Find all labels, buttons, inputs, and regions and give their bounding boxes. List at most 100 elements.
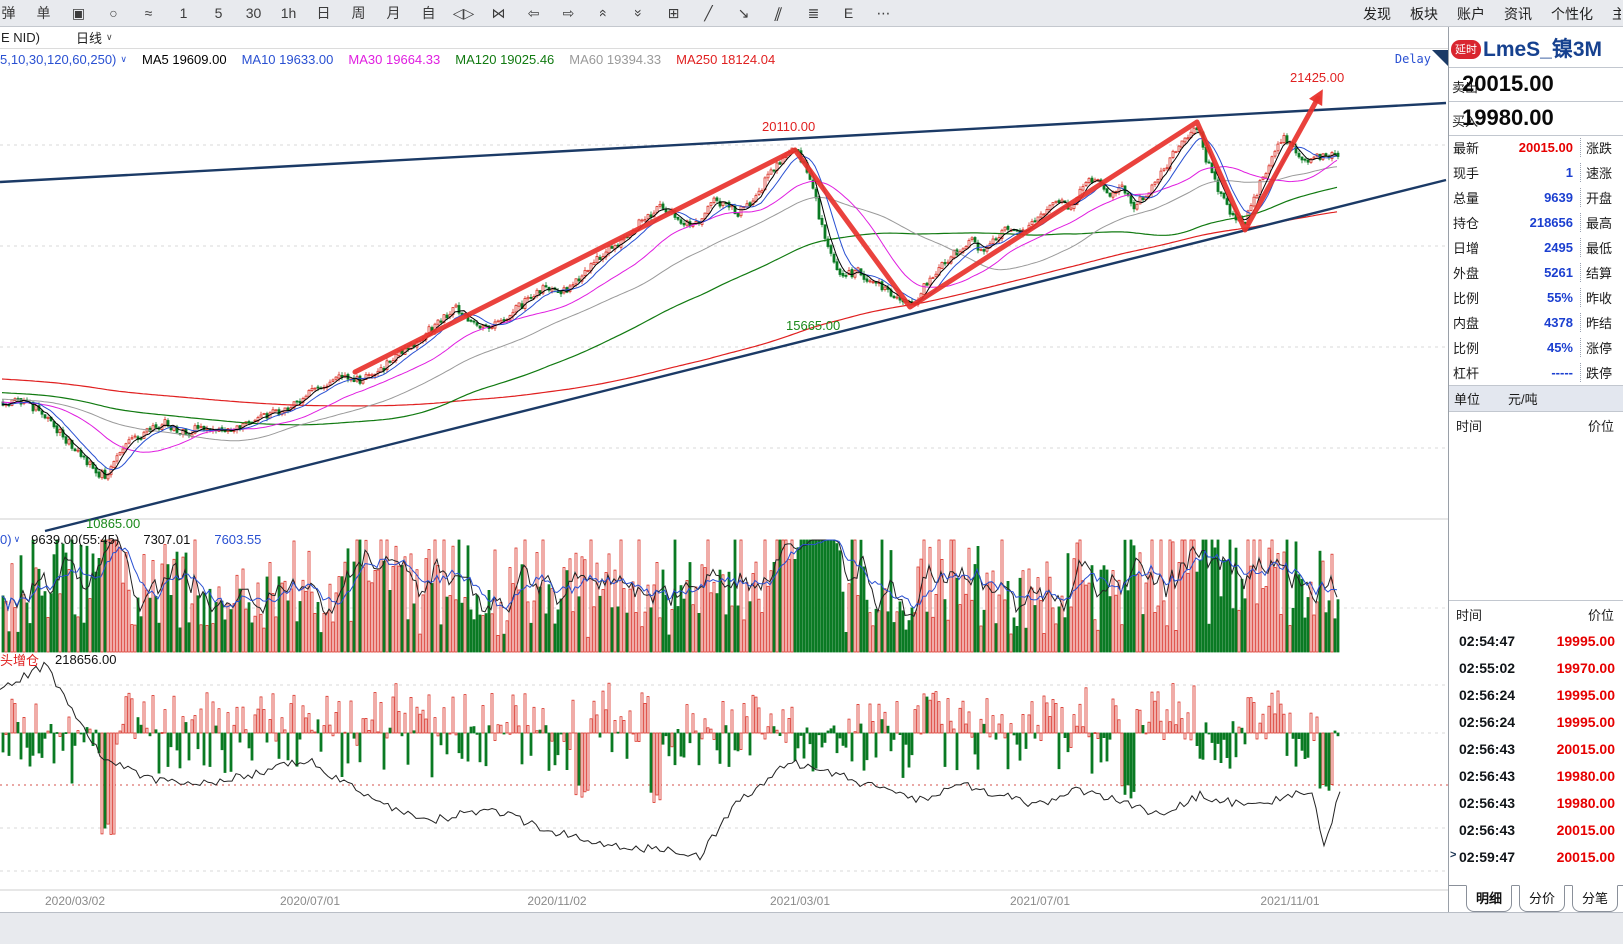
trade-time: 02:55:02 (1459, 659, 1516, 676)
quote-detail-row: 外盘 5261 结算 (1449, 260, 1623, 285)
line-chart-icon[interactable]: ≈ (131, 0, 166, 26)
menu-clipped[interactable]: 主 (1612, 4, 1621, 24)
trade-price: 20015.00 (1556, 848, 1615, 865)
field-value: 9639 (1544, 190, 1573, 205)
trade-row: 02:56:24 19995.00 (1449, 681, 1623, 708)
x-axis-label: 2020/03/02 (45, 894, 105, 908)
trade-price: 19995.00 (1556, 713, 1615, 730)
period-30min-icon[interactable]: 30 (236, 0, 271, 26)
volume-ma1-value: 7307.01 (143, 532, 191, 547)
more-tools-icon[interactable]: ⋯ (866, 0, 901, 26)
trade-price: 19980.00 (1556, 794, 1615, 811)
open-interest-label: 多头增仓 (0, 653, 40, 668)
ask-row[interactable]: 卖出 20015.00 (1449, 67, 1623, 102)
period-5min-icon[interactable]: 5 (201, 0, 236, 26)
parallel-lines-tool-icon[interactable]: ∥ (761, 0, 796, 26)
bid-price: 19980.00 (1462, 105, 1554, 130)
x-axis-label: 2021/11/01 (1260, 894, 1319, 908)
field-label: 持仓 (1453, 216, 1480, 231)
open-interest-value: 218656.00 (55, 652, 117, 667)
trade-time: 02:56:43 (1459, 767, 1516, 784)
chart-annotation: 10865.00 (86, 516, 140, 531)
trade-time: 02:56:43 (1459, 740, 1516, 757)
delay-badge: Delay (1394, 52, 1431, 66)
symbol-tab[interactable]: E NID) (1, 30, 40, 45)
expand-bars-icon[interactable]: ◁▷ (446, 0, 481, 26)
ma-params[interactable]: 5,10,30,120,60,250) (0, 52, 116, 67)
period-1min-icon[interactable]: 1 (166, 0, 201, 26)
save-icon[interactable]: ▣ (61, 0, 96, 26)
time-column-header: 时间 (1456, 607, 1483, 623)
compress-bars-icon[interactable]: ⋈ (481, 0, 516, 26)
popup-icon[interactable]: 弹 (0, 0, 26, 26)
instrument-name[interactable]: LmeS_镍3M (1483, 33, 1602, 63)
quote-title: 延时 LmeS_镍3M (1449, 27, 1623, 68)
field-label: 总量 (1453, 191, 1480, 206)
scale-down-icon[interactable]: » (621, 0, 656, 26)
period-monthly-icon[interactable]: 月 (376, 0, 411, 26)
period-dropdown[interactable]: 日线 (76, 28, 102, 47)
tab-分价[interactable]: 分价 (1519, 885, 1566, 912)
trade-row: 02:56:24 19995.00 (1449, 708, 1623, 735)
trade-list-header: 时间 价位 (1449, 412, 1623, 439)
toolbar-icon-group: 弹单 ▣ ○ ≈1 5 30 1h 日周月自 ◁▷ ⋈ ⇦ ⇨ «» ⊞ ╱ ↘ ∥ ≣ E ⋯ (0, 0, 901, 26)
page-right-icon[interactable]: ⇨ (551, 0, 586, 26)
refresh-icon[interactable]: ○ (96, 0, 131, 26)
trade-time: 02:59:47 (1459, 848, 1516, 865)
period-daily-icon[interactable]: 日 (306, 0, 341, 26)
corner-flag-icon (1432, 50, 1448, 66)
quote-detail-row: 杠杆 ----- 跌停 (1449, 360, 1623, 385)
field-value: ----- (1551, 365, 1573, 380)
text-note-tool-icon[interactable]: ≣ (796, 0, 831, 26)
ma30-readout: MA30 19664.33 (348, 52, 441, 67)
order-icon[interactable]: 单 (26, 0, 61, 26)
scale-up-icon[interactable]: « (586, 0, 621, 26)
x-axis-label: 2020/11/02 (527, 894, 586, 908)
measure-tool-icon[interactable]: E (831, 0, 866, 26)
trade-time: 02:56:24 (1459, 686, 1516, 703)
period-custom-icon[interactable]: 自 (411, 0, 446, 26)
menu-personalize[interactable]: 个性化 (1551, 4, 1593, 24)
field-label-right: 结算 (1580, 263, 1623, 282)
ma60-readout: MA60 19394.33 (569, 52, 662, 67)
period-weekly-icon[interactable]: 周 (341, 0, 376, 26)
x-axis-label: 2020/07/01 (280, 894, 340, 908)
unit-label: 单位 (1454, 392, 1481, 407)
bid-row[interactable]: 买入 19980.00 (1449, 101, 1623, 136)
arrow-tool-icon[interactable]: ↘ (726, 0, 761, 26)
unit-row: 单位 元/吨 (1449, 385, 1623, 412)
menu-account[interactable]: 账户 (1457, 4, 1485, 24)
ask-price: 20015.00 (1462, 71, 1554, 96)
ma120-readout: MA120 19025.46 (455, 52, 555, 67)
status-strip (0, 912, 1623, 944)
layout-grid-icon[interactable]: ⊞ (656, 0, 691, 26)
menu-sectors[interactable]: 板块 (1410, 4, 1438, 24)
field-label-right: 涨跌 (1580, 138, 1623, 157)
chevron-down-icon[interactable]: ∨ (120, 54, 127, 65)
trade-price: 19995.00 (1556, 632, 1615, 649)
tab-明细[interactable]: 明细 (1466, 885, 1513, 912)
open-interest-row: 多头增仓 218656.00 (0, 651, 116, 668)
ma250-readout: MA250 18124.04 (676, 52, 776, 67)
field-value: 1 (1565, 165, 1573, 180)
x-axis-label: 2021/07/01 (1010, 894, 1070, 908)
chevron-down-icon[interactable]: ∨ (106, 32, 113, 43)
chevron-down-icon[interactable]: ∨ (14, 534, 21, 545)
trendline-tool-icon[interactable]: ╱ (691, 0, 726, 26)
field-label: 日增 (1453, 241, 1480, 256)
chart-canvas[interactable]: 20110.00 21425.00 15665.00 10865.00 2020/03/… (0, 70, 1448, 912)
tab-分笔[interactable]: 分笔 (1572, 885, 1619, 912)
field-value: 2495 (1544, 240, 1573, 255)
field-value: 55% (1546, 290, 1573, 305)
chart-annotation: 21425.00 (1290, 70, 1344, 85)
menu-discover[interactable]: 发现 (1363, 4, 1391, 24)
trade-price: 19970.00 (1556, 659, 1615, 676)
price-column-header: 价位 (1587, 607, 1614, 623)
period-1hour-icon[interactable]: 1h (271, 0, 306, 26)
page-left-icon[interactable]: ⇦ (516, 0, 551, 26)
field-label: 比例 (1453, 291, 1480, 306)
chart-annotation: 15665.00 (786, 318, 840, 333)
field-label-right: 最高 (1580, 213, 1623, 232)
menu-news[interactable]: 资讯 (1504, 4, 1532, 24)
volume-indicator-label[interactable]: 0) (0, 532, 12, 547)
